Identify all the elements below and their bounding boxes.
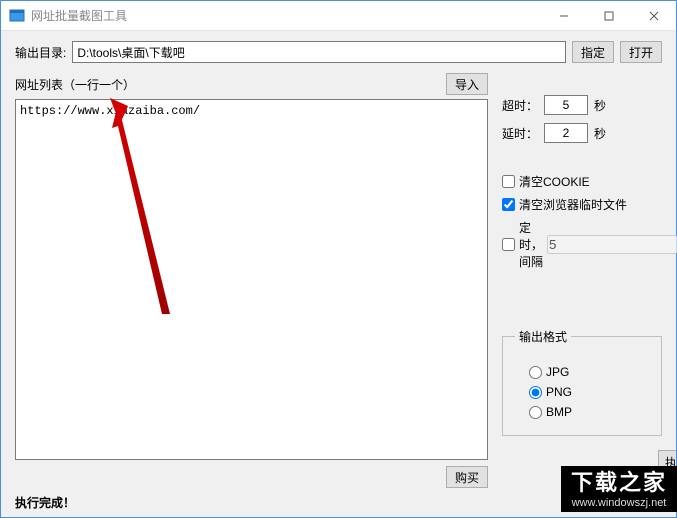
timer-row[interactable]: 定时，间隔 秒 <box>502 219 662 270</box>
delay-unit: 秒 <box>594 125 606 142</box>
clear-temp-label: 清空浏览器临时文件 <box>519 196 627 213</box>
format-fieldset: 输出格式 JPG PNG BMP <box>502 328 662 436</box>
import-button[interactable]: 导入 <box>446 73 488 95</box>
window-title: 网址批量截图工具 <box>31 7 127 24</box>
format-png-label: PNG <box>546 385 572 399</box>
clear-cookie-label: 清空COOKIE <box>519 173 590 190</box>
timeout-label: 超时： <box>502 97 538 114</box>
format-bmp-radio[interactable] <box>529 406 542 419</box>
titlebar: 网址批量截图工具 <box>1 1 676 31</box>
open-button[interactable]: 打开 <box>620 41 662 63</box>
delay-input[interactable] <box>544 123 588 143</box>
delay-label: 延时： <box>502 125 538 142</box>
clear-cookie-row[interactable]: 清空COOKIE <box>502 173 662 190</box>
close-button[interactable] <box>631 1 676 31</box>
maximize-button[interactable] <box>586 1 631 31</box>
minimize-button[interactable] <box>541 1 586 31</box>
format-bmp-row[interactable]: BMP <box>529 405 649 419</box>
urllist-label: 网址列表（一行一个） <box>15 76 135 93</box>
timer-interval-input <box>547 235 677 254</box>
format-jpg-label: JPG <box>546 365 569 379</box>
format-legend: 输出格式 <box>515 328 571 345</box>
output-label: 输出目录: <box>15 44 66 61</box>
watermark-title: 下载之家 <box>571 470 667 496</box>
browse-button[interactable]: 指定 <box>572 41 614 63</box>
format-jpg-row[interactable]: JPG <box>529 365 649 379</box>
timer-label: 定时，间隔 <box>519 219 543 270</box>
watermark: 下载之家 www.windowszj.net <box>561 466 677 512</box>
buy-button[interactable]: 购买 <box>446 466 488 488</box>
timeout-input[interactable] <box>544 95 588 115</box>
output-path-input[interactable] <box>72 41 566 63</box>
format-png-row[interactable]: PNG <box>529 385 649 399</box>
watermark-url: www.windowszj.net <box>571 497 667 510</box>
clear-temp-row[interactable]: 清空浏览器临时文件 <box>502 196 662 213</box>
app-icon <box>9 8 25 24</box>
url-list-textarea[interactable]: https://www.xiazaiba.com/ <box>16 100 487 459</box>
format-jpg-radio[interactable] <box>529 366 542 379</box>
clear-temp-checkbox[interactable] <box>502 198 515 211</box>
timer-checkbox[interactable] <box>502 238 515 251</box>
timeout-unit: 秒 <box>594 97 606 114</box>
format-png-radio[interactable] <box>529 386 542 399</box>
format-bmp-label: BMP <box>546 405 572 419</box>
clear-cookie-checkbox[interactable] <box>502 175 515 188</box>
